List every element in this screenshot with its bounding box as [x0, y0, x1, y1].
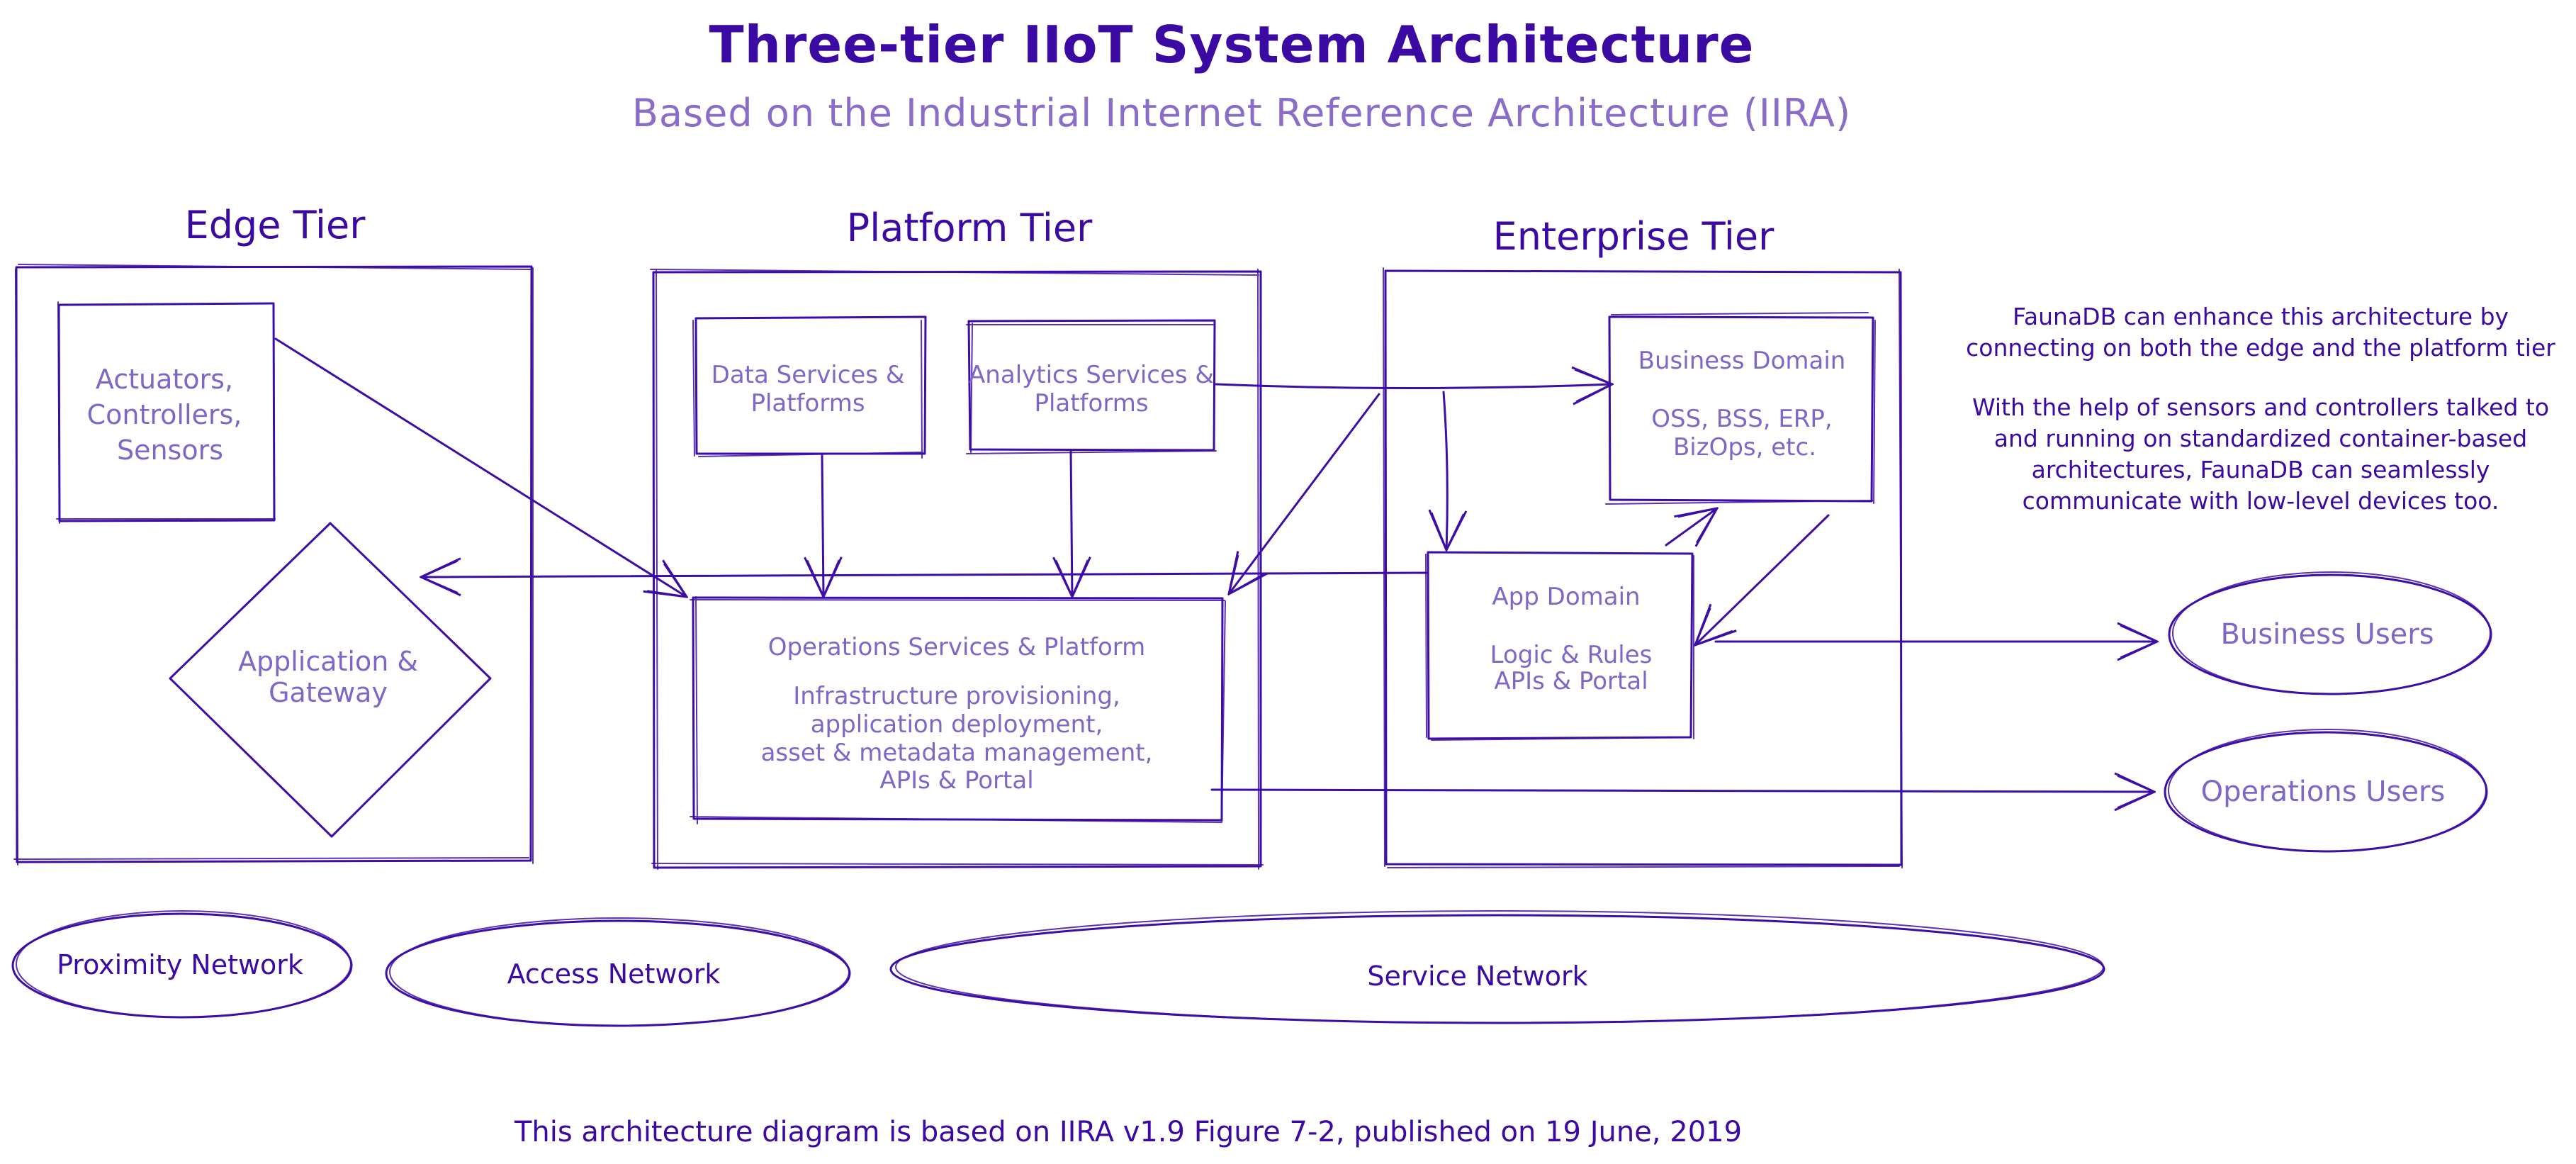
platform-tier-label: Platform Tier: [847, 206, 1093, 250]
application-gateway-diamond[interactable]: Application & Gateway: [169, 522, 492, 838]
business-users-ellipse[interactable]: Business Users: [2168, 571, 2492, 695]
note-p1-line-2: connecting on both the edge and the plat…: [1966, 334, 2555, 362]
gateway-label-line-1: Application &: [238, 646, 418, 677]
diagram-title: Three-tier IIoT System Architecture: [709, 15, 1755, 74]
data-services-label-line-2: Platforms: [750, 389, 865, 418]
faunadb-note: FaunaDB can enhance this architecture by…: [1966, 303, 2555, 515]
diagram-subtitle: Based on the Industrial Internet Referen…: [632, 91, 1851, 135]
arrow-to-app-domain: [1444, 391, 1447, 550]
app-domain-box[interactable]: App Domain Logic & Rules APIs & Portal: [1425, 551, 1694, 741]
operations-line-4: APIs & Portal: [879, 766, 1033, 795]
business-domain-line-1: OSS, BSS, ERP,: [1651, 405, 1832, 433]
data-services-label-line-1: Data Services &: [712, 361, 905, 389]
gateway-label-line-2: Gateway: [269, 677, 388, 708]
arrow-actuators-to-operations: [274, 337, 687, 597]
note-p2-line-2: and running on standardized container-ba…: [1994, 425, 2527, 452]
footer-citation: This architecture diagram is based on II…: [514, 1116, 1742, 1148]
note-p2-line-4: communicate with low-level devices too.: [2023, 487, 2499, 515]
app-domain-line-1: Logic & Rules: [1490, 641, 1653, 669]
architecture-diagram: Three-tier IIoT System Architecture Base…: [11, 15, 2555, 1148]
arrow-business-domain-to-app-domain: [1695, 514, 1830, 645]
analytics-services-label-line-2: Platforms: [1034, 389, 1148, 418]
operations-title: Operations Services & Platform: [768, 633, 1146, 661]
business-domain-title: Business Domain: [1638, 347, 1846, 375]
access-network-ellipse[interactable]: Access Network: [385, 917, 851, 1027]
app-domain-title: App Domain: [1492, 583, 1640, 611]
arrow-enterprise-to-operations: [1229, 393, 1380, 594]
operations-line-1: Infrastructure provisioning,: [793, 682, 1120, 710]
operations-services-box[interactable]: Operations Services & Platform Infrastru…: [690, 596, 1226, 824]
proximity-network-ellipse[interactable]: Proximity Network: [11, 910, 353, 1019]
operations-users-ellipse[interactable]: Operations Users: [2164, 729, 2488, 853]
business-domain-line-2: BizOps, etc.: [1673, 433, 1816, 461]
note-p2-line-1: With the help of sensors and controllers…: [1972, 393, 2549, 421]
operations-line-3: asset & metadata management,: [761, 739, 1153, 767]
arrow-app-domain-to-gateway: [421, 573, 1428, 577]
note-p1-line-1: FaunaDB can enhance this architecture by: [2013, 303, 2509, 330]
analytics-services-box[interactable]: Analytics Services & Platforms: [966, 319, 1217, 454]
service-network-label: Service Network: [1367, 961, 1587, 992]
access-network-label: Access Network: [507, 958, 721, 990]
app-domain-line-2: APIs & Portal: [1494, 667, 1648, 695]
note-p2-line-3: architectures, FaunaDB can seamlessly: [2032, 456, 2490, 483]
analytics-services-label-line-1: Analytics Services &: [969, 361, 1214, 389]
business-domain-box[interactable]: Business Domain OSS, BSS, ERP, BizOps, e…: [1605, 312, 1876, 505]
service-network-ellipse[interactable]: Service Network: [889, 910, 2105, 1024]
arrow-analytics-to-business-domain: [1215, 384, 1612, 388]
actuators-label-line-1: Actuators,: [96, 364, 233, 395]
edge-tier-label: Edge Tier: [185, 203, 366, 247]
actuators-label-line-2: Controllers,: [87, 399, 242, 430]
operations-line-2: application deployment,: [811, 710, 1103, 739]
arrow-app-domain-to-business-domain: [1665, 508, 1717, 545]
actuators-controllers-sensors-box[interactable]: Actuators, Controllers, Sensors: [56, 301, 276, 524]
actuators-label-line-3: Sensors: [117, 435, 223, 466]
arrow-to-operations-users: [1210, 790, 2154, 792]
operations-users-label: Operations Users: [2201, 776, 2446, 808]
data-services-box[interactable]: Data Services & Platforms: [692, 315, 927, 459]
proximity-network-label: Proximity Network: [57, 949, 303, 980]
business-users-label: Business Users: [2220, 618, 2434, 651]
enterprise-tier-label: Enterprise Tier: [1493, 214, 1774, 259]
